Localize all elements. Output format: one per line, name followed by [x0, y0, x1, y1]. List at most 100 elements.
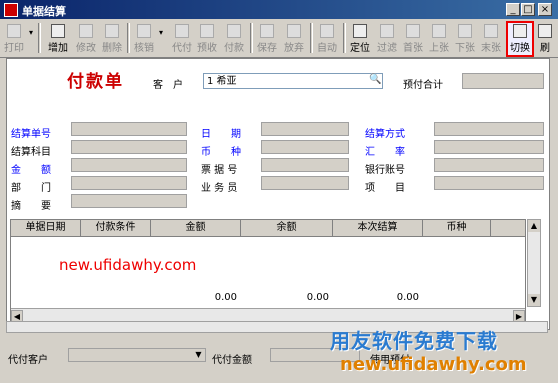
customer-value: 1 希亚 [207, 76, 237, 87]
prev-button[interactable]: 上张 [428, 22, 450, 56]
last-button[interactable]: 末张 [480, 22, 502, 56]
window-title: 单据结算 [22, 5, 66, 18]
settle-method-field[interactable] [434, 122, 544, 136]
refresh-button[interactable]: 刷 [535, 22, 555, 56]
next-icon [458, 24, 472, 38]
app-icon [4, 3, 18, 17]
col-header-extra [491, 220, 525, 236]
grid-vertical-scrollbar[interactable]: ▲ ▼ [527, 219, 541, 307]
col-header-currency[interactable]: 币种 [423, 220, 491, 236]
verify-button[interactable]: 核销 [133, 22, 155, 56]
date-label: 日 期 [201, 129, 241, 140]
proxy-pay-icon [175, 24, 189, 38]
filter-icon [380, 24, 394, 38]
col-header-this-settle[interactable]: 本次结算 [333, 220, 423, 236]
auto-icon [320, 24, 334, 38]
first-button[interactable]: 首张 [402, 22, 424, 56]
summary-field[interactable] [71, 194, 187, 208]
minimize-button[interactable]: _ [506, 3, 520, 16]
search-icon[interactable]: 🔍 [369, 74, 381, 86]
verify-dropdown-button[interactable]: ▾ [157, 22, 165, 62]
col-header-balance[interactable]: 余额 [241, 220, 333, 236]
discard-icon [287, 24, 301, 38]
scroll-down-icon[interactable]: ▼ [528, 294, 540, 306]
amount-field[interactable] [71, 158, 187, 172]
print-button[interactable]: 打印 [2, 22, 26, 56]
prepay-button[interactable]: 预收 [196, 22, 218, 56]
locate-button[interactable]: 定位 [349, 22, 371, 56]
discard-button[interactable]: 放弃 [283, 22, 305, 56]
salesman-label: 业 务 员 [201, 183, 238, 194]
settle-subject-label: 结算科目 [11, 147, 51, 158]
payment-icon [227, 24, 241, 38]
date-field[interactable] [261, 122, 349, 136]
proxy-customer-field[interactable]: ▼ [68, 348, 206, 362]
currency-field[interactable] [261, 140, 349, 154]
chevron-down-icon[interactable]: ▼ [193, 349, 204, 361]
switch-button[interactable]: 切换 [506, 21, 534, 57]
prev-icon [432, 24, 446, 38]
dept-field[interactable] [71, 176, 187, 190]
dept-label: 部 门 [11, 183, 51, 194]
col-header-terms[interactable]: 付款条件 [81, 220, 151, 236]
save-button[interactable]: 保存 [256, 22, 278, 56]
watermark-brand-url: new.ufidawhy.com [340, 354, 527, 375]
switch-icon [513, 24, 527, 38]
delete-button[interactable]: 删除 [101, 22, 123, 56]
refresh-icon [538, 24, 552, 38]
filter-button[interactable]: 过滤 [376, 22, 398, 56]
prepay-total-label: 预付合计 [403, 80, 443, 91]
verify-icon [137, 24, 151, 38]
watermark-url: new.ufidawhy.com [59, 256, 197, 274]
print-dropdown-button[interactable]: ▾ [27, 22, 35, 62]
summary-label: 摘 要 [11, 201, 51, 212]
bank-account-label: 银行账号 [365, 165, 405, 176]
settle-subject-field[interactable] [71, 140, 187, 154]
customer-label: 客 户 [153, 80, 183, 91]
settle-no-field[interactable] [71, 122, 187, 136]
proxy-amount-label: 代付金额 [212, 355, 252, 366]
settle-method-label: 结算方式 [365, 129, 405, 140]
locate-icon [353, 24, 367, 38]
total-amount: 0.00 [214, 292, 237, 303]
last-icon [484, 24, 498, 38]
bill-no-field[interactable] [261, 158, 349, 172]
payment-button[interactable]: 付款 [223, 22, 245, 56]
amount-label: 金 额 [11, 165, 51, 176]
project-field[interactable] [434, 176, 544, 190]
delete-icon [105, 24, 119, 38]
rate-field[interactable] [434, 140, 544, 154]
grid-totals: 0.00 0.00 0.00 [11, 291, 525, 305]
rate-label: 汇 率 [365, 147, 405, 158]
first-icon [406, 24, 420, 38]
proxy-pay-button[interactable]: 代付 [171, 22, 193, 56]
scroll-up-icon[interactable]: ▲ [528, 220, 540, 232]
edit-button[interactable]: 修改 [75, 22, 97, 56]
add-icon [51, 24, 65, 38]
edit-icon [79, 24, 93, 38]
customer-field[interactable]: 1 希亚 🔍 [203, 73, 383, 89]
settle-no-label: 结算单号 [11, 129, 51, 140]
project-label: 项 目 [365, 183, 405, 194]
printer-icon [7, 24, 21, 38]
auto-button[interactable]: 自动 [316, 22, 338, 56]
next-button[interactable]: 下张 [454, 22, 476, 56]
document-title: 付款单 [67, 72, 124, 92]
watermark-brand: 用友软件免费下载 [330, 329, 498, 353]
close-button[interactable]: × [538, 3, 552, 16]
save-icon [260, 24, 274, 38]
proxy-customer-label: 代付客户 [8, 355, 48, 366]
prepay-total-field[interactable] [462, 73, 544, 89]
col-header-date[interactable]: 单据日期 [11, 220, 81, 236]
payment-form: 付款单 客 户 1 希亚 🔍 预付合计 结算单号 结算科目 金 额 部 门 摘 … [6, 58, 550, 330]
bank-account-field[interactable] [434, 158, 544, 172]
total-this-settle: 0.00 [396, 292, 419, 303]
col-header-amount[interactable]: 金额 [151, 220, 241, 236]
prepay-icon [200, 24, 214, 38]
bill-no-label: 票 据 号 [201, 165, 238, 176]
currency-label: 币 种 [201, 147, 241, 158]
maximize-button[interactable]: □ [521, 3, 535, 16]
total-balance: 0.00 [306, 292, 329, 303]
add-button[interactable]: 增加 [47, 22, 69, 56]
salesman-field[interactable] [261, 176, 349, 190]
